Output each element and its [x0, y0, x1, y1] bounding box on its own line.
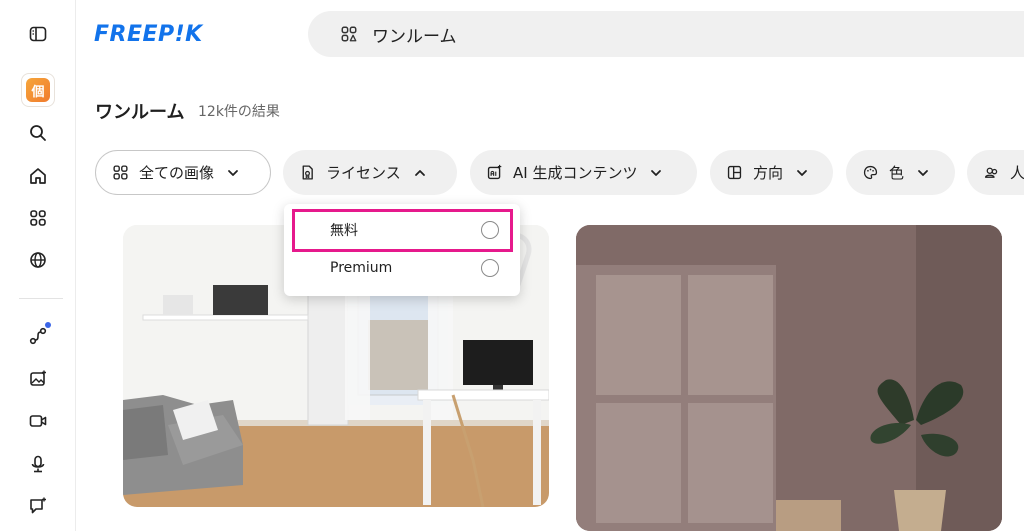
- workflow-icon[interactable]: [19, 319, 57, 353]
- sidebar: 個: [0, 0, 76, 531]
- search-bar[interactable]: ワンルーム: [308, 11, 1024, 57]
- grid-icon: [113, 165, 128, 180]
- search-icon[interactable]: [19, 116, 57, 150]
- page-title: ワンルーム: [95, 102, 185, 123]
- sidebar-divider: [19, 298, 63, 299]
- sidebar-toggle-icon[interactable]: [19, 17, 57, 51]
- radio-button[interactable]: [481, 259, 499, 277]
- filter-orientation[interactable]: 方向: [710, 150, 833, 195]
- filter-label: ライセンス: [326, 164, 401, 182]
- home-icon[interactable]: [19, 159, 57, 193]
- search-input[interactable]: ワンルーム: [372, 22, 457, 47]
- license-icon: [302, 165, 313, 180]
- globe-icon[interactable]: [19, 243, 57, 277]
- palette-icon: [863, 165, 878, 180]
- avatar-initial: 個: [26, 78, 50, 102]
- radio-button[interactable]: [481, 221, 499, 239]
- search-type-icon[interactable]: [340, 25, 358, 43]
- filter-label: 全ての画像: [139, 164, 215, 182]
- filter-label: AI 生成コンテンツ: [513, 164, 638, 182]
- apps-grid-icon[interactable]: [19, 201, 57, 235]
- video-icon[interactable]: [19, 404, 57, 438]
- filter-people[interactable]: 人: [967, 150, 1024, 195]
- ai-image-icon: [487, 164, 502, 180]
- filter-color[interactable]: 色: [846, 150, 955, 195]
- chevron-up-icon: [414, 169, 425, 176]
- license-dropdown: 無料 Premium: [284, 204, 520, 296]
- freepik-logo[interactable]: FREEP!K: [94, 22, 203, 47]
- filter-license[interactable]: ライセンス: [283, 150, 457, 195]
- filter-label: 人: [1010, 164, 1024, 182]
- option-label: Premium: [330, 260, 393, 276]
- chevron-down-icon: [918, 169, 928, 176]
- avatar[interactable]: 個: [19, 73, 57, 107]
- chat-icon[interactable]: [19, 489, 57, 523]
- window-shadow-wall-photo[interactable]: [576, 225, 1002, 531]
- filter-all-images[interactable]: 全ての画像: [95, 150, 271, 195]
- chevron-down-icon: [651, 169, 662, 176]
- shadow-wall-illustration: [576, 225, 1002, 531]
- chevron-down-icon: [228, 169, 238, 176]
- result-count: 12k件の結果: [198, 104, 280, 120]
- people-icon: [984, 167, 998, 178]
- image-generator-icon[interactable]: [19, 362, 57, 396]
- option-label: 無料: [330, 223, 358, 239]
- filter-label: 方向: [753, 164, 784, 182]
- filter-ai-content[interactable]: AI 生成コンテンツ: [470, 150, 697, 195]
- notification-dot: [45, 322, 51, 328]
- filter-label: 色: [889, 164, 905, 182]
- layout-icon: [727, 165, 742, 180]
- license-option-free[interactable]: 無料: [284, 211, 520, 249]
- audio-icon[interactable]: [19, 447, 57, 481]
- chevron-down-icon: [797, 169, 807, 176]
- license-option-premium[interactable]: Premium: [284, 249, 520, 287]
